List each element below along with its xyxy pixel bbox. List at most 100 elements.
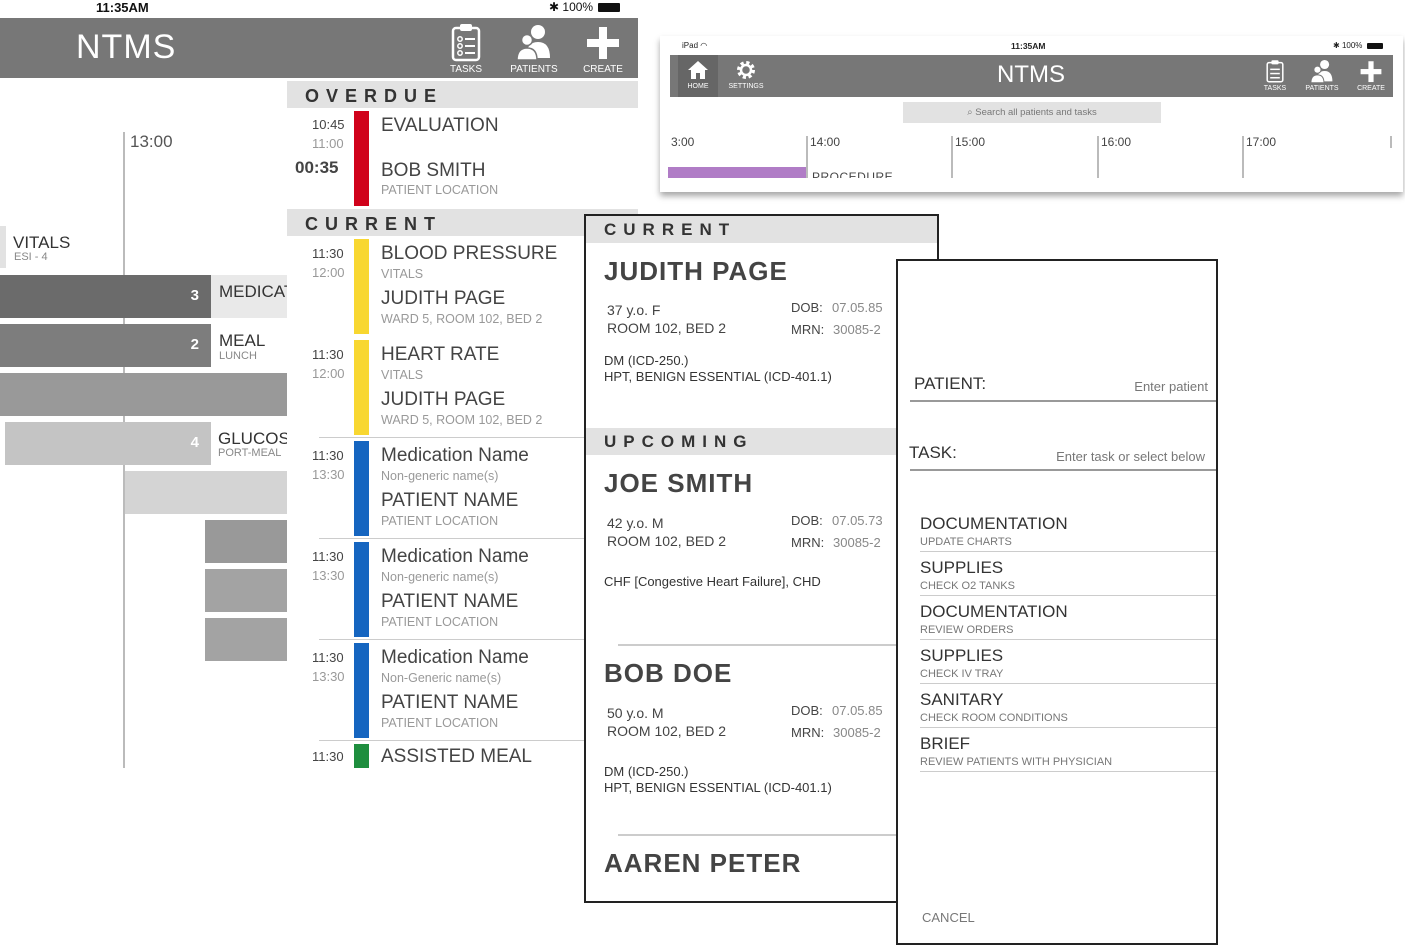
patient-room: ROOM 102, BED 2: [607, 533, 727, 549]
ipad-top-bar: HOME SETTINGS NTMS TASKS PATIENTS CREATE: [670, 55, 1393, 97]
plus-icon: [587, 27, 619, 59]
timeline-tick: 17:00: [1246, 135, 1277, 149]
task-sub: VITALS: [381, 368, 424, 382]
bluetooth-icon: ✱: [1333, 41, 1340, 50]
tasks-nav-button[interactable]: TASKS: [1260, 58, 1290, 92]
upcoming-patients-heading: UPCOMING: [586, 428, 937, 455]
meal-title: MEAL: [219, 331, 266, 350]
task-sub: VITALS: [381, 267, 424, 281]
patients-nav-label: PATIENTS: [1305, 85, 1339, 92]
glucose-sub: PORT-MEAL: [218, 447, 282, 459]
ipad-screen: iPad ◠ 11:35AM ✱ 100% HOME SETTINGS NTMS: [660, 36, 1403, 192]
task-input[interactable]: Enter task or select below: [1056, 449, 1205, 464]
battery-percent: 100%: [562, 0, 594, 14]
patient-mrn: 30085-2: [833, 535, 881, 550]
task-option-title: DOCUMENTATION: [920, 602, 1068, 621]
top-bar: NTMS TASKS PATIENTS CREATE: [0, 18, 638, 78]
search-input[interactable]: ⌕ Search all patients and tasks: [903, 102, 1161, 123]
patient-input[interactable]: Enter patient: [1134, 379, 1208, 394]
task-end-time: 11:00: [312, 136, 344, 151]
task-end-time: 12:00: [312, 265, 345, 280]
task-patient: JUDITH PAGE: [381, 389, 506, 410]
overdue-task[interactable]: 10:45 11:00 00:35 EVALUATION BOB SMITH P…: [287, 108, 638, 206]
patient-dob: 07.05.85: [832, 300, 883, 315]
procedures-bar[interactable]: [668, 167, 806, 178]
home-nav-label: HOME: [687, 83, 709, 90]
task-location: WARD 5, ROOM 102, BED 2: [381, 413, 543, 427]
task-end-time: 13:30: [312, 568, 345, 583]
task-color-bar: [354, 111, 369, 206]
tasks-nav-button[interactable]: TASKS: [444, 22, 488, 75]
timeline-bar[interactable]: [205, 520, 290, 563]
task-option-sub: CHECK IV TRAY: [920, 668, 1004, 680]
ipad-device-name: iPad: [682, 41, 699, 50]
patient-input-underline: [910, 400, 1216, 402]
cancel-button[interactable]: CANCEL: [922, 910, 975, 925]
patient-name: BOB DOE: [604, 658, 733, 688]
option-divider: [920, 727, 1216, 728]
patient-diagnosis: CHF [Congestive Heart Failure], CHD: [604, 574, 821, 589]
task-color-bar: [354, 744, 369, 768]
settings-nav-label: SETTINGS: [728, 83, 764, 90]
patient-card[interactable]: JOE SMITH 42 y.o. M ROOM 102, BED 2 DOB:…: [586, 459, 896, 634]
patients-nav-button[interactable]: PATIENTS: [506, 22, 562, 75]
task-end-time: 13:30: [312, 467, 345, 482]
timeline-bar[interactable]: [0, 373, 290, 416]
timeline-bar[interactable]: [125, 471, 290, 514]
patient-divider: [618, 644, 898, 646]
timeline-bar[interactable]: [205, 618, 290, 661]
task-start-time: 11:30: [312, 448, 344, 463]
patient-diagnosis: HPT, BENIGN ESSENTIAL (ICD-401.1): [604, 780, 832, 795]
timeline-tick: 3:00: [671, 135, 695, 149]
home-nav-button[interactable]: HOME: [680, 59, 716, 90]
task-input-underline: [910, 469, 1216, 471]
task-field-label: TASK:: [909, 443, 957, 462]
current-patients-heading: CURRENT: [586, 216, 937, 243]
medication-count: 3: [190, 287, 199, 304]
ipad-app-title: NTMS: [997, 61, 1065, 88]
patient-card[interactable]: JUDITH PAGE 37 y.o. F ROOM 102, BED 2 DO…: [586, 246, 896, 426]
ipad-status-time: 11:35AM: [1011, 41, 1046, 51]
medication-bar[interactable]: 3: [0, 275, 211, 318]
settings-nav-button[interactable]: SETTINGS: [726, 59, 766, 90]
timeline-tick: 16:00: [1101, 135, 1132, 149]
patient-diagnosis: DM (ICD-250.): [604, 353, 689, 368]
task-start-time: 11:30: [312, 650, 344, 665]
patient-diagnosis: DM (ICD-250.): [604, 764, 689, 779]
patient-card[interactable]: AAREN PETER: [586, 839, 896, 901]
patient-field-label: PATIENT:: [914, 374, 987, 393]
patient-age: 42 y.o. M: [607, 515, 664, 531]
meal-bar[interactable]: 2: [0, 324, 211, 367]
glucose-bar[interactable]: 4: [5, 422, 211, 465]
task-start-time: 11:30: [312, 246, 344, 261]
patient-card[interactable]: BOB DOE 50 y.o. M ROOM 102, BED 2 DOB: 0…: [586, 649, 896, 829]
task-option-sub: CHECK ROOM CONDITIONS: [920, 712, 1068, 724]
procedures-label: PROCEDURES: [812, 170, 892, 178]
task-patient: PATIENT NAME: [381, 692, 519, 713]
search-icon: ⌕: [967, 107, 973, 118]
timeline-hour-label: 13:00: [130, 132, 173, 151]
timeline-tick: 14:00: [810, 135, 841, 149]
overdue-heading: OVERDUE: [287, 81, 638, 108]
patient-name: JOE SMITH: [604, 468, 754, 498]
battery-icon: [598, 3, 621, 13]
task-option-sub: REVIEW ORDERS: [920, 624, 1014, 636]
patients-nav-button[interactable]: PATIENTS: [1302, 58, 1342, 92]
option-divider: [920, 639, 1216, 640]
timeline-bar[interactable]: [205, 569, 290, 612]
timeline-hour-line: [806, 136, 808, 178]
dob-label: DOB:: [791, 300, 823, 315]
task-title: Medication Name: [381, 445, 529, 466]
patient-mrn: 30085-2: [833, 322, 881, 337]
task-end-time: 12:00: [312, 366, 345, 381]
patient-age: 50 y.o. M: [607, 705, 664, 721]
ipad-battery: ✱ 100%: [1333, 41, 1383, 50]
tasks-nav-label: TASKS: [449, 64, 483, 75]
timeline-hour-line: [1390, 136, 1392, 148]
patient-divider: [618, 834, 898, 836]
battery-icon: [1366, 42, 1383, 49]
create-nav-button[interactable]: CREATE: [578, 22, 628, 75]
create-nav-button[interactable]: CREATE: [1353, 58, 1389, 92]
patients-panel: CURRENT JUDITH PAGE 37 y.o. F ROOM 102, …: [584, 214, 939, 903]
task-color-bar: [354, 239, 369, 334]
